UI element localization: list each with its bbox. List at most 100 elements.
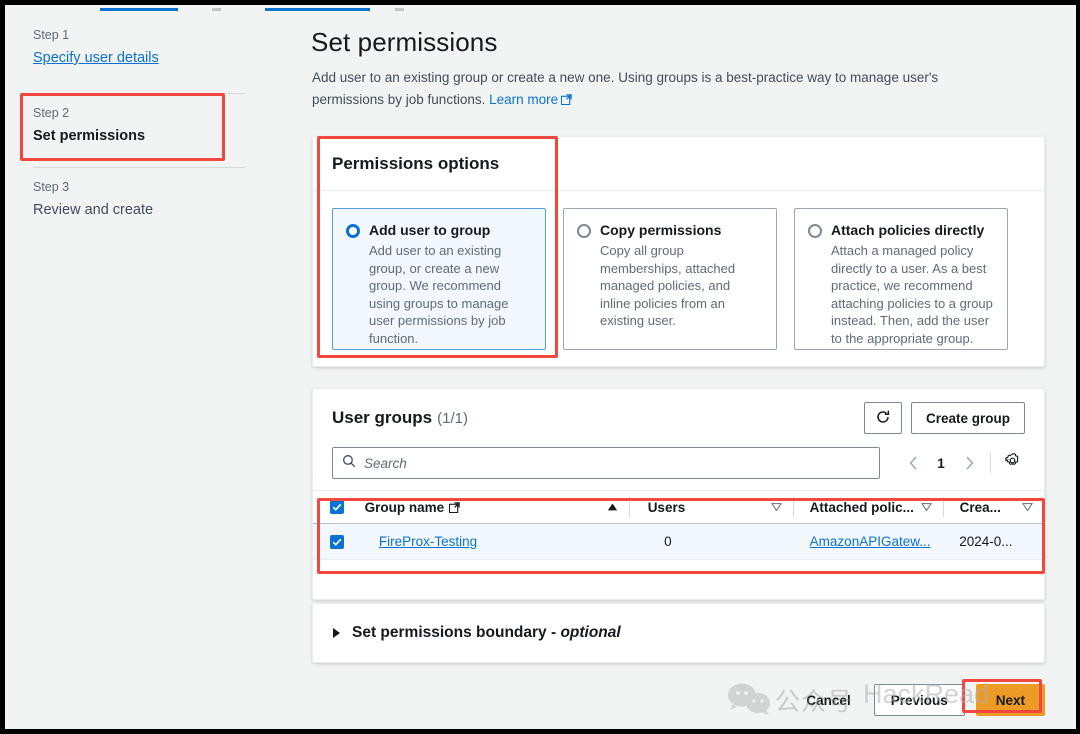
select-all-cell — [313, 500, 361, 514]
step-divider-1 — [33, 93, 245, 94]
window-edge-top — [0, 0, 1080, 5]
table-preferences-button[interactable] — [999, 450, 1025, 476]
option-copy-permissions[interactable]: Copy permissions Copy all group membersh… — [563, 208, 777, 350]
cell-users-value: 0 — [664, 534, 672, 549]
column-header-group-name[interactable]: Group name — [361, 500, 629, 515]
external-link-icon — [561, 94, 572, 105]
user-groups-card: User groups (1/1) Create group Search 1 … — [312, 388, 1045, 600]
next-button[interactable]: Next — [975, 684, 1045, 716]
column-header-users-label: Users — [647, 499, 686, 515]
radio-add-user-to-group[interactable] — [346, 224, 360, 238]
refresh-icon — [875, 409, 891, 428]
sidebar-step-2: Step 2 Set permissions — [33, 105, 245, 146]
select-all-checkbox[interactable] — [329, 500, 344, 514]
cell-attached-policies: AmazonAPIGatew... — [794, 534, 944, 549]
cell-users: 0 — [630, 534, 794, 549]
option-attach-policies-directly-row: Attach policies directly — [808, 221, 994, 240]
permissions-options-card: Permissions options Add user to group Ad… — [312, 136, 1045, 367]
user-groups-filter-row: Search 1 — [313, 447, 1044, 479]
pagination-divider — [990, 453, 991, 473]
sidebar-step-1[interactable]: Step 1 Specify user details — [33, 27, 245, 68]
column-header-created[interactable]: Crea... — [944, 500, 1044, 515]
window-edge-left — [0, 0, 5, 734]
page-description: Add user to an existing group or create … — [312, 67, 1002, 111]
pagination-page-1[interactable]: 1 — [928, 456, 954, 471]
column-header-created-label: Crea... — [959, 499, 1001, 515]
wizard-sidebar: Step 1 Specify user details Step 2 Set p… — [5, 5, 404, 729]
wizard-footer: Cancel Previous Next — [312, 677, 1045, 723]
option-attach-policies-directly-title: Attach policies directly — [831, 222, 985, 238]
user-groups-title: User groups — [332, 408, 433, 427]
option-copy-permissions-title: Copy permissions — [600, 222, 722, 238]
create-group-button[interactable]: Create group — [910, 402, 1025, 434]
column-header-users[interactable]: Users — [630, 500, 793, 515]
radio-attach-policies-directly[interactable] — [808, 224, 822, 238]
column-header-attached-policies[interactable]: Attached polic... — [794, 500, 943, 515]
refresh-button[interactable] — [863, 402, 902, 434]
cell-created: 2024-0... — [943, 534, 1044, 549]
search-placeholder: Search — [364, 455, 407, 471]
chevron-right-icon — [333, 628, 340, 638]
option-copy-permissions-description: Copy all group memberships, attached man… — [600, 243, 736, 328]
permissions-boundary-card[interactable]: Set permissions boundary - optional — [312, 603, 1045, 663]
sort-icon-users[interactable] — [770, 503, 782, 511]
option-attach-policies-directly[interactable]: Attach policies directly Attach a manage… — [794, 208, 1008, 350]
learn-more-link[interactable]: Learn more — [489, 92, 572, 107]
learn-more-label: Learn more — [489, 92, 559, 107]
permissions-boundary-toggle[interactable]: Set permissions boundary - optional — [313, 604, 1044, 662]
option-add-user-to-group-row: Add user to group — [346, 221, 532, 240]
attached-policy-link[interactable]: AmazonAPIGatew... — [810, 534, 931, 549]
row-checkbox[interactable] — [329, 534, 344, 549]
permissions-boundary-text: Set permissions boundary - — [352, 624, 561, 641]
cell-created-value: 2024-0... — [959, 534, 1013, 549]
sidebar-item-review-and-create: Review and create — [33, 202, 154, 218]
sidebar-item-set-permissions: Set permissions — [33, 128, 146, 144]
row-select-cell — [313, 534, 361, 549]
gear-icon — [1004, 452, 1021, 474]
pagination-prev-button[interactable] — [900, 450, 926, 476]
screenshot-root: Step 1 Specify user details Step 2 Set p… — [0, 0, 1080, 734]
breadcrumb-link-stub-1[interactable] — [100, 8, 178, 11]
search-icon — [342, 454, 356, 473]
window-edge-right — [1076, 0, 1080, 734]
column-header-group-name-label: Group name — [364, 499, 445, 515]
previous-button[interactable]: Previous — [873, 684, 965, 716]
permissions-boundary-optional: optional — [560, 624, 621, 641]
option-attach-policies-directly-description: Attach a managed policy directly to a us… — [831, 243, 993, 346]
search-input[interactable]: Search — [332, 447, 880, 479]
option-copy-permissions-row: Copy permissions — [577, 221, 763, 240]
permissions-options-heading: Permissions options — [332, 153, 500, 173]
breadcrumb-separator-1 — [212, 8, 221, 11]
pagination-next-button[interactable] — [956, 450, 982, 476]
step-2-number: Step 2 — [33, 106, 70, 120]
permissions-boundary-label: Set permissions boundary - optional — [352, 624, 621, 642]
cancel-button[interactable]: Cancel — [794, 684, 862, 716]
option-add-user-to-group-title: Add user to group — [369, 222, 491, 238]
column-header-attached-policies-label: Attached polic... — [809, 499, 914, 515]
pagination: 1 — [900, 450, 1025, 476]
option-add-user-to-group[interactable]: Add user to group Add user to an existin… — [332, 208, 546, 350]
radio-copy-permissions[interactable] — [577, 224, 591, 238]
step-3-number: Step 3 — [33, 180, 70, 194]
cell-group-name: FireProx-Testing — [361, 534, 630, 549]
user-groups-table: Group name Users Attached polic... Crea.… — [313, 490, 1044, 560]
user-groups-count: (1/1) — [437, 409, 468, 427]
sort-icon-created[interactable] — [1022, 503, 1033, 511]
option-add-user-to-group-description: Add user to an existing group, or create… — [369, 243, 509, 346]
step-divider-2 — [33, 167, 245, 168]
group-name-link[interactable]: FireProx-Testing — [379, 534, 477, 549]
page-description-line-2: permissions by job functions. — [312, 92, 486, 107]
sort-icon-attached-policies[interactable] — [920, 503, 932, 511]
table-row[interactable]: FireProx-Testing 0 AmazonAPIGatew... 202… — [313, 524, 1044, 560]
sidebar-step-3[interactable]: Step 3 Review and create — [33, 179, 245, 220]
table-header-row: Group name Users Attached polic... Crea.… — [313, 490, 1044, 524]
sidebar-item-specify-user-details[interactable]: Specify user details — [33, 48, 159, 68]
user-groups-header: User groups (1/1) Create group — [313, 389, 1044, 447]
main-content: Set permissions Add user to an existing … — [251, 5, 1075, 729]
sort-ascending-icon[interactable] — [607, 503, 618, 511]
step-1-number: Step 1 — [33, 28, 70, 42]
group-name-external-link-icon — [449, 501, 460, 513]
permissions-options-tiles: Add user to group Add user to an existin… — [313, 191, 1044, 350]
page-title: Set permissions — [311, 27, 498, 57]
user-groups-actions: Create group — [863, 402, 1025, 434]
